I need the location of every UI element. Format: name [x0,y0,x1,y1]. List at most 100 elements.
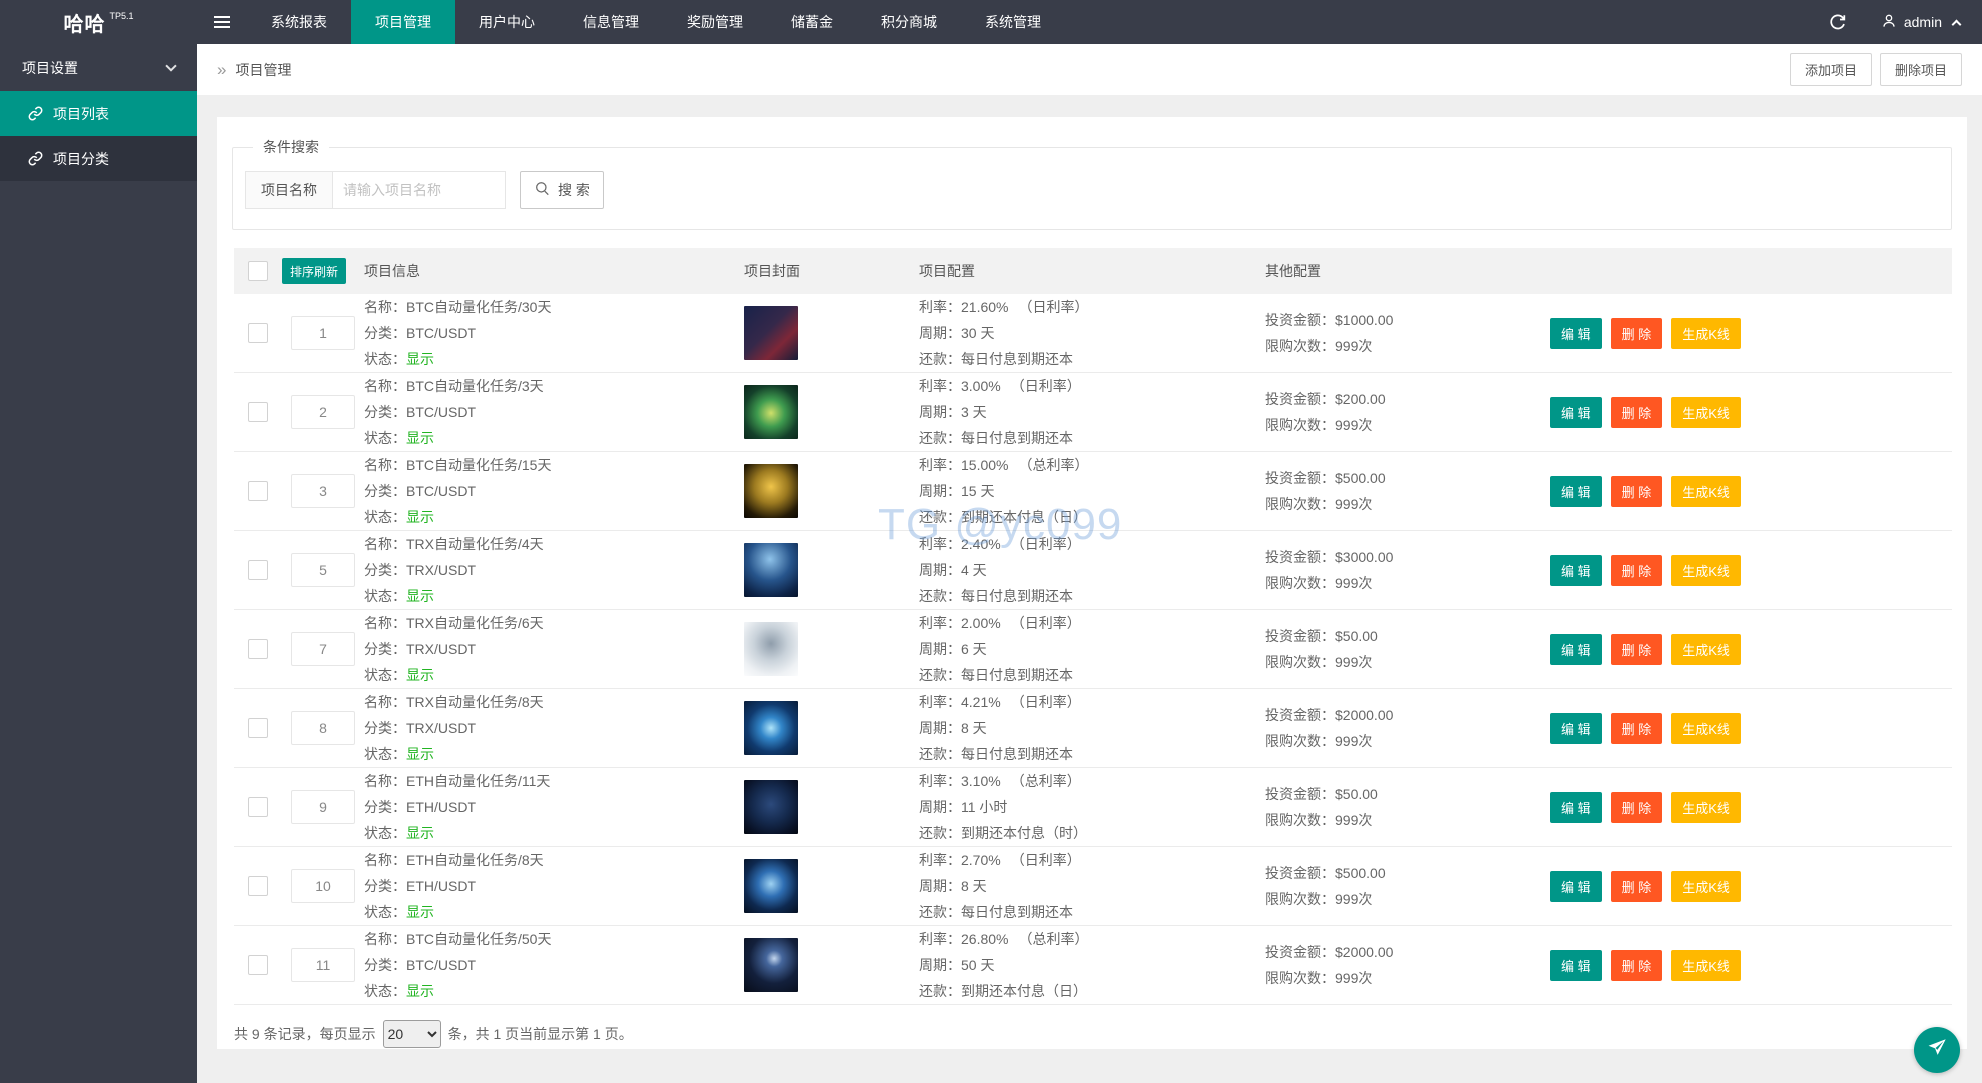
project-name-input[interactable] [332,171,506,209]
delete-button[interactable]: 删 除 [1611,555,1663,586]
topbar-menu-item[interactable]: 储蓄金 [767,0,857,44]
amount-label: 投资金额： [1265,628,1335,644]
row-checkbox[interactable] [248,718,268,738]
topbar-menu-item[interactable]: 信息管理 [559,0,663,44]
period-value: 30 天 [961,325,994,341]
edit-button[interactable]: 编 辑 [1550,871,1602,902]
edit-button[interactable]: 编 辑 [1550,318,1602,349]
status-toggle[interactable]: 显示 [406,746,434,762]
topbar-menu-item[interactable]: 系统管理 [961,0,1065,44]
app-logo: 哈哈 TP5.1 [0,0,197,44]
select-all-checkbox[interactable] [248,261,268,281]
limit-label: 限购次数： [1265,417,1335,433]
edit-button[interactable]: 编 辑 [1550,555,1602,586]
refresh-icon[interactable] [1828,13,1847,32]
generate-kline-button[interactable]: 生成K线 [1671,792,1741,823]
sort-order-input[interactable] [291,395,355,429]
delete-button[interactable]: 删 除 [1611,871,1663,902]
limit-label: 限购次数： [1265,891,1335,907]
edit-button[interactable]: 编 辑 [1550,713,1602,744]
status-toggle[interactable]: 显示 [406,825,434,841]
generate-kline-button[interactable]: 生成K线 [1671,555,1741,586]
row-checkbox[interactable] [248,955,268,975]
generate-kline-button[interactable]: 生成K线 [1671,397,1741,428]
add-project-button[interactable]: 添加项目 [1790,53,1872,86]
sort-order-input[interactable] [291,948,355,982]
delete-button[interactable]: 删 除 [1611,318,1663,349]
limit-value: 999次 [1335,338,1372,354]
sort-order-input[interactable] [291,316,355,350]
edit-button[interactable]: 编 辑 [1550,397,1602,428]
name-label: 名称： [364,536,406,552]
search-button[interactable]: 搜 索 [520,171,604,209]
delete-button[interactable]: 删 除 [1611,950,1663,981]
topbar-menu-item[interactable]: 系统报表 [247,0,351,44]
sidebar-item[interactable]: 项目分类 [0,136,197,181]
rate-type-value: （日利率） [1011,852,1081,868]
sort-order-input[interactable] [291,553,355,587]
sort-order-input[interactable] [291,632,355,666]
status-toggle[interactable]: 显示 [406,509,434,525]
status-toggle[interactable]: 显示 [406,430,434,446]
edit-button[interactable]: 编 辑 [1550,792,1602,823]
generate-kline-button[interactable]: 生成K线 [1671,713,1741,744]
status-toggle[interactable]: 显示 [406,351,434,367]
delete-button[interactable]: 删 除 [1611,476,1663,507]
page-size-select[interactable]: 20 [383,1020,441,1048]
edit-button[interactable]: 编 辑 [1550,634,1602,665]
delete-project-button[interactable]: 删除项目 [1880,53,1962,86]
status-toggle[interactable]: 显示 [406,667,434,683]
rate-label: 利率： [919,536,961,552]
status-toggle[interactable]: 显示 [406,904,434,920]
edit-button[interactable]: 编 辑 [1550,476,1602,507]
sort-order-input[interactable] [291,790,355,824]
sidebar-item[interactable]: 项目列表 [0,91,197,136]
generate-kline-button[interactable]: 生成K线 [1671,871,1741,902]
delete-button[interactable]: 删 除 [1611,792,1663,823]
sidebar-group-project-settings[interactable]: 项目设置 [0,44,197,91]
row-checkbox[interactable] [248,402,268,422]
generate-kline-button[interactable]: 生成K线 [1671,318,1741,349]
rate-label: 利率： [919,931,961,947]
topbar-menu-item[interactable]: 用户中心 [455,0,559,44]
chat-float-button[interactable] [1914,1027,1960,1073]
period-value: 50 天 [961,957,994,973]
status-toggle[interactable]: 显示 [406,983,434,999]
sort-order-input[interactable] [291,869,355,903]
breadcrumb-bar: » 项目管理 添加项目 删除项目 [197,44,1982,95]
topbar-menu-item[interactable]: 积分商城 [857,0,961,44]
row-checkbox[interactable] [248,797,268,817]
limit-value: 999次 [1335,496,1372,512]
generate-kline-button[interactable]: 生成K线 [1671,950,1741,981]
sort-refresh-button[interactable]: 排序刷新 [282,258,346,284]
status-label: 状态： [364,904,406,920]
project-category-value: ETH/USDT [406,799,476,815]
amount-value: $500.00 [1335,865,1386,881]
limit-value: 999次 [1335,970,1372,986]
row-checkbox[interactable] [248,560,268,580]
delete-button[interactable]: 删 除 [1611,397,1663,428]
repay-label: 还款： [919,667,961,683]
delete-button[interactable]: 删 除 [1611,713,1663,744]
edit-button[interactable]: 编 辑 [1550,950,1602,981]
row-checkbox[interactable] [248,323,268,343]
delete-button[interactable]: 删 除 [1611,634,1663,665]
topbar-menu-item[interactable]: 项目管理 [351,0,455,44]
row-checkbox[interactable] [248,481,268,501]
generate-kline-button[interactable]: 生成K线 [1671,476,1741,507]
sort-order-input[interactable] [291,474,355,508]
sort-order-input[interactable] [291,711,355,745]
status-toggle[interactable]: 显示 [406,588,434,604]
row-checkbox[interactable] [248,639,268,659]
row-checkbox[interactable] [248,876,268,896]
menu-collapse-icon[interactable] [197,0,247,44]
topbar: 哈哈 TP5.1 系统报表项目管理用户中心信息管理奖励管理储蓄金积分商城系统管理… [0,0,1982,44]
generate-kline-button[interactable]: 生成K线 [1671,634,1741,665]
period-label: 周期： [919,325,961,341]
name-label: 名称： [364,457,406,473]
period-value: 3 天 [961,404,987,420]
project-cover-image [744,306,798,360]
user-menu[interactable]: admin [1881,13,1960,32]
amount-value: $50.00 [1335,628,1378,644]
topbar-menu-item[interactable]: 奖励管理 [663,0,767,44]
